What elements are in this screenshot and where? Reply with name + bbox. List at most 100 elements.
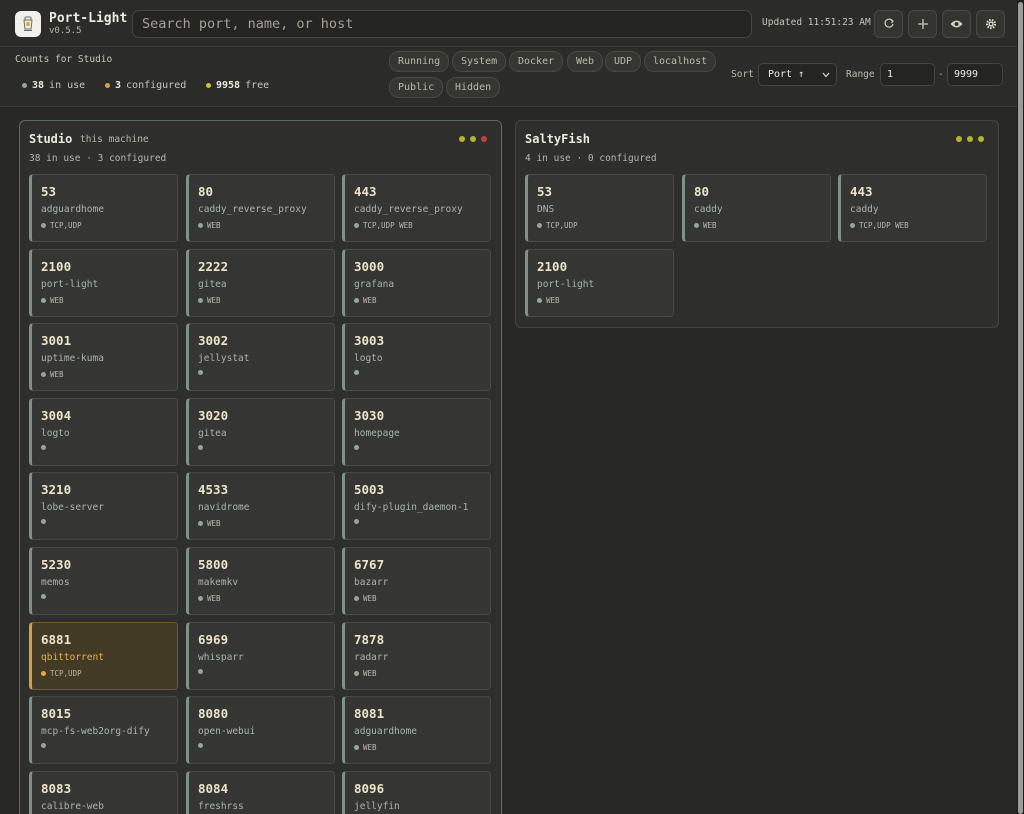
refresh-button[interactable] <box>874 10 903 38</box>
port-number: 80 <box>694 184 710 199</box>
port-card[interactable]: 5800 makemkv WEB <box>186 547 335 615</box>
port-card[interactable]: 8083 calibre-web <box>29 771 178 814</box>
port-card[interactable]: 3210 lobe-server <box>29 472 178 540</box>
sort-label: Sort <box>731 69 754 80</box>
port-card[interactable]: 7878 radarr WEB <box>342 622 491 690</box>
service-name: memos <box>41 577 70 588</box>
port-tags: WEB <box>354 669 377 678</box>
port-tags <box>41 594 50 599</box>
filter-system[interactable]: System <box>452 51 507 72</box>
port-tags: TCP,UDP WEB <box>850 221 909 230</box>
port-tags <box>198 669 207 674</box>
sort-select[interactable]: Port ↑ <box>758 63 837 86</box>
port-card[interactable]: 3001 uptime-kuma WEB <box>29 323 178 391</box>
visibility-button[interactable] <box>942 10 971 38</box>
port-card[interactable]: 8081 adguardhome WEB <box>342 696 491 764</box>
app-logo-icon <box>15 11 41 37</box>
port-card[interactable]: 2222 gitea WEB <box>186 249 335 317</box>
port-card[interactable]: 3004 logto <box>29 398 178 466</box>
status-dot-icon <box>198 445 203 450</box>
host-meta: 38 in use · 3 configured <box>29 153 167 164</box>
free-dot-icon <box>206 83 211 88</box>
port-card[interactable]: 8080 open-webui <box>186 696 335 764</box>
port-card[interactable]: 80 caddy_reverse_proxy WEB <box>186 174 335 242</box>
port-card[interactable]: 80 caddy WEB <box>682 174 831 242</box>
settings-button[interactable] <box>976 10 1005 38</box>
port-number: 2222 <box>198 259 229 274</box>
service-name: bazarr <box>354 577 389 588</box>
host-subtitle: this machine <box>80 134 149 145</box>
service-name: jellystat <box>198 353 250 364</box>
port-card[interactable]: 2100 port-light WEB <box>525 249 674 317</box>
status-dot-icon <box>41 445 46 450</box>
top-bar: Port-Light v0.5.5 Updated 11:51:23 AM <box>0 0 1017 47</box>
port-number: 53 <box>537 184 553 199</box>
service-name: homepage <box>354 428 400 439</box>
status-dot-icon <box>41 223 46 228</box>
protocol-tags: WEB <box>207 221 221 230</box>
port-card[interactable]: 6969 whisparr <box>186 622 335 690</box>
port-card[interactable]: 3003 logto <box>342 323 491 391</box>
filter-localhost[interactable]: localhost <box>644 51 717 72</box>
status-dot-icon <box>198 521 203 526</box>
filter-running[interactable]: Running <box>389 51 450 72</box>
port-card[interactable]: 8084 freshrss <box>186 771 335 814</box>
port-card[interactable]: 4533 navidrome WEB <box>186 472 335 540</box>
port-card[interactable]: 5003 dify-plugin_daemon-1 <box>342 472 491 540</box>
filter-udp[interactable]: UDP <box>605 51 642 72</box>
port-card[interactable]: 443 caddy_reverse_proxy TCP,UDP WEB <box>342 174 491 242</box>
port-card[interactable]: 3000 grafana WEB <box>342 249 491 317</box>
sort-value: Port ↑ <box>768 69 805 80</box>
protocol-tags: WEB <box>207 519 221 528</box>
filter-public[interactable]: Public <box>389 77 444 98</box>
service-name: jellyfin <box>354 801 400 812</box>
filter-web[interactable]: Web <box>567 51 604 72</box>
port-card[interactable]: 5230 memos <box>29 547 178 615</box>
port-card[interactable]: 3030 homepage <box>342 398 491 466</box>
service-name: gitea <box>198 428 227 439</box>
port-card[interactable]: 53 adguardhome TCP,UDP <box>29 174 178 242</box>
service-name: gitea <box>198 279 227 290</box>
port-tags: WEB <box>694 221 717 230</box>
port-card[interactable]: 8015 mcp-fs-web2org-dify <box>29 696 178 764</box>
status-dot-icon <box>198 669 203 674</box>
filter-docker[interactable]: Docker <box>509 51 564 72</box>
range-to-input[interactable] <box>947 63 1003 86</box>
port-tags: TCP,UDP WEB <box>354 221 413 230</box>
free-count: 9958 <box>216 80 241 91</box>
status-dot-icon <box>956 136 962 142</box>
port-card[interactable]: 3002 jellystat <box>186 323 335 391</box>
service-name: freshrss <box>198 801 244 812</box>
host-status-dots <box>956 136 984 142</box>
count-in-use: 38 in use <box>22 80 85 91</box>
status-dot-icon <box>459 136 465 142</box>
app-version: v0.5.5 <box>49 26 82 36</box>
app-name: Port-Light <box>49 11 128 26</box>
port-number: 7878 <box>354 632 385 647</box>
status-dot-icon <box>41 519 46 524</box>
port-card[interactable]: 443 caddy TCP,UDP WEB <box>838 174 987 242</box>
search-input[interactable] <box>132 10 752 38</box>
port-card[interactable]: 2100 port-light WEB <box>29 249 178 317</box>
protocol-tags: WEB <box>546 296 560 305</box>
port-card[interactable]: 53 DNS TCP,UDP <box>525 174 674 242</box>
status-dot-icon <box>354 445 359 450</box>
port-card[interactable]: 6881 qbittorrent TCP,UDP <box>29 622 178 690</box>
status-dot-icon <box>978 136 984 142</box>
service-name: lobe-server <box>41 502 104 513</box>
protocol-tags: TCP,UDP <box>50 221 82 230</box>
protocol-tags: WEB <box>703 221 717 230</box>
port-card[interactable]: 6767 bazarr WEB <box>342 547 491 615</box>
range-from-input[interactable] <box>880 63 935 86</box>
scrollbar-thumb[interactable] <box>1018 2 1023 814</box>
port-card[interactable]: 8096 jellyfin <box>342 771 491 814</box>
port-number: 5230 <box>41 557 72 572</box>
protocol-tags: TCP,UDP WEB <box>859 221 909 230</box>
port-card[interactable]: 3020 gitea <box>186 398 335 466</box>
host-meta: 4 in use · 0 configured <box>525 153 657 164</box>
add-button[interactable] <box>908 10 937 38</box>
protocol-tags: WEB <box>363 296 377 305</box>
service-name: caddy_reverse_proxy <box>198 204 307 215</box>
configured-dot-icon <box>105 83 110 88</box>
filter-hidden[interactable]: Hidden <box>446 77 501 98</box>
